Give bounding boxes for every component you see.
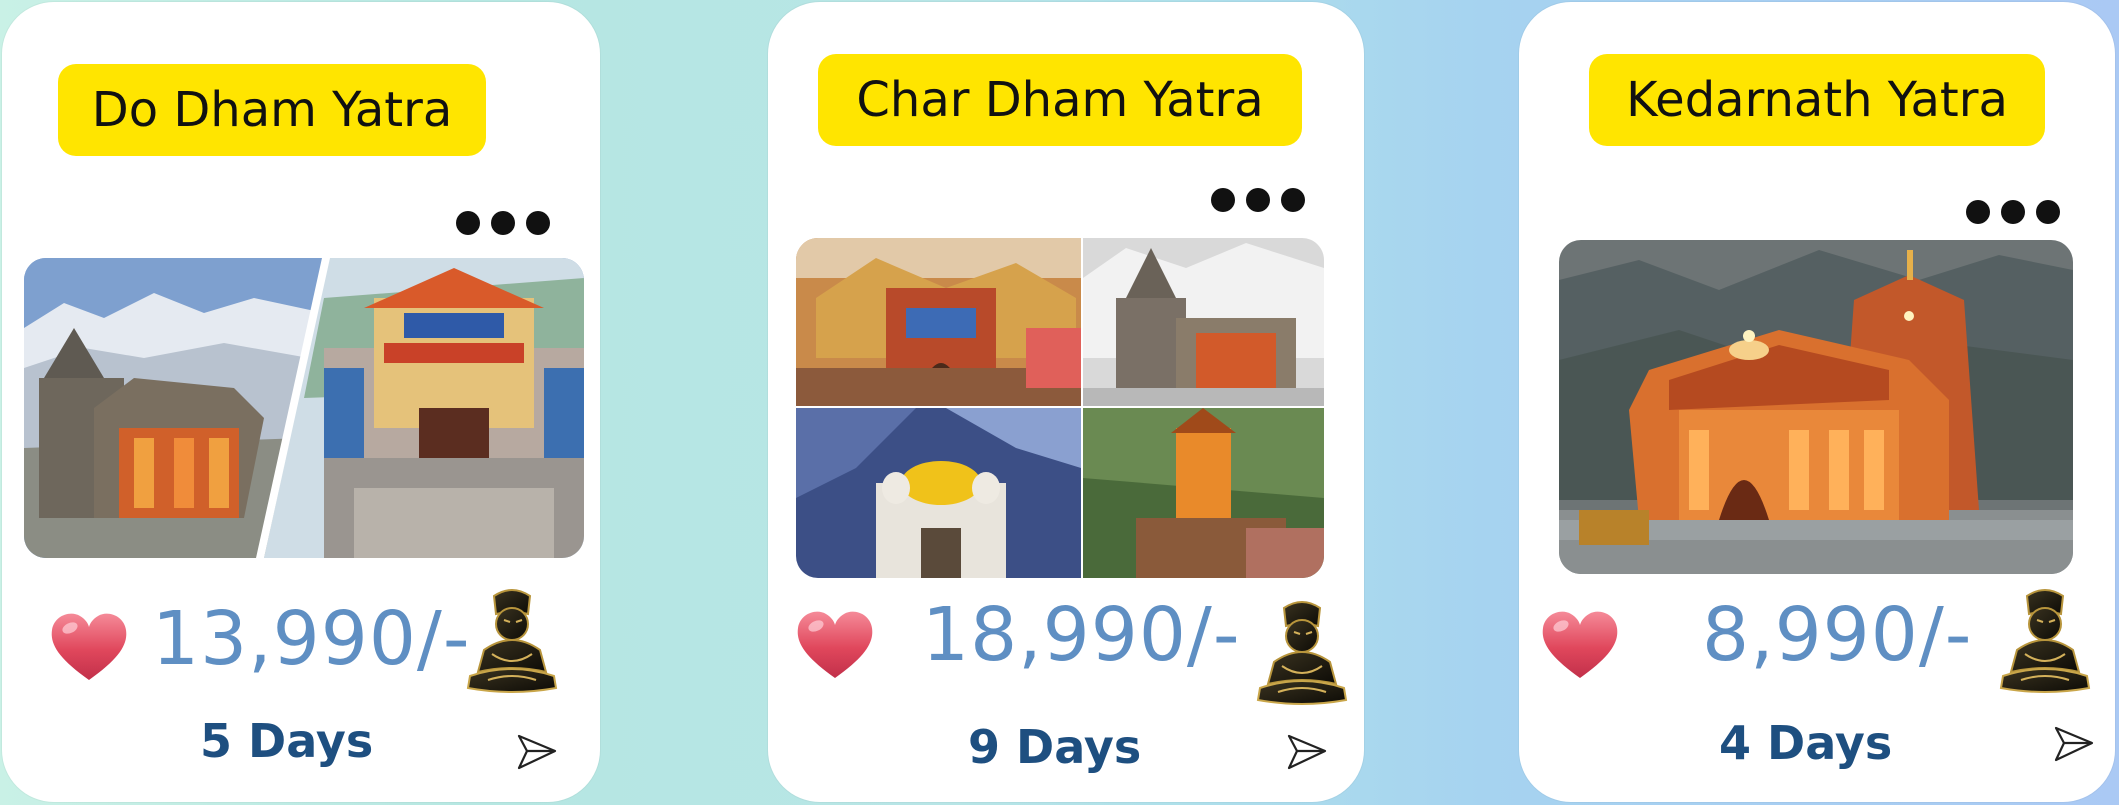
heart-icon[interactable] <box>1539 606 1621 682</box>
package-title-badge: Kedarnath Yatra <box>1589 54 2045 146</box>
package-price: 8,990/- <box>1702 592 1973 678</box>
package-price: 18,990/- <box>922 592 1241 678</box>
send-icon[interactable] <box>1286 730 1328 772</box>
more-options-icon[interactable] <box>1966 200 2060 224</box>
package-duration: 5 Days <box>200 714 374 768</box>
package-title: Do Dham Yatra <box>91 82 453 138</box>
package-duration: 9 Days <box>968 720 1142 774</box>
package-title-badge: Do Dham Yatra <box>58 64 486 156</box>
heart-icon[interactable] <box>48 608 130 684</box>
package-title: Kedarnath Yatra <box>1626 72 2008 128</box>
more-options-icon[interactable] <box>456 211 550 235</box>
collage-kedarnath-badrinath-image <box>24 258 584 558</box>
package-title-badge: Char Dham Yatra <box>818 54 1302 146</box>
package-title: Char Dham Yatra <box>856 72 1264 128</box>
package-card[interactable]: Kedarnath Yatra 8,990/- 4 Days <box>1519 2 2115 802</box>
shiva-statue-icon <box>1254 596 1350 708</box>
package-image[interactable] <box>24 258 584 558</box>
four-temples-collage-image <box>796 238 1324 578</box>
package-image[interactable] <box>1559 240 2073 574</box>
package-card[interactable]: Char Dham Yatra 18,990/- 9 Days <box>768 2 1364 802</box>
package-image[interactable] <box>796 238 1324 578</box>
package-price: 13,990/- <box>152 596 471 682</box>
send-icon[interactable] <box>516 730 558 772</box>
shiva-statue-icon <box>1997 584 2093 696</box>
kedarnath-temple-night-image <box>1559 240 2073 574</box>
package-card[interactable]: Do Dham Yatra 13,990/- 5 Days <box>2 2 600 802</box>
more-options-icon[interactable] <box>1211 188 1305 212</box>
heart-icon[interactable] <box>794 606 876 682</box>
package-duration: 4 Days <box>1719 716 1893 770</box>
send-icon[interactable] <box>2053 722 2095 764</box>
shiva-statue-icon <box>464 584 560 696</box>
